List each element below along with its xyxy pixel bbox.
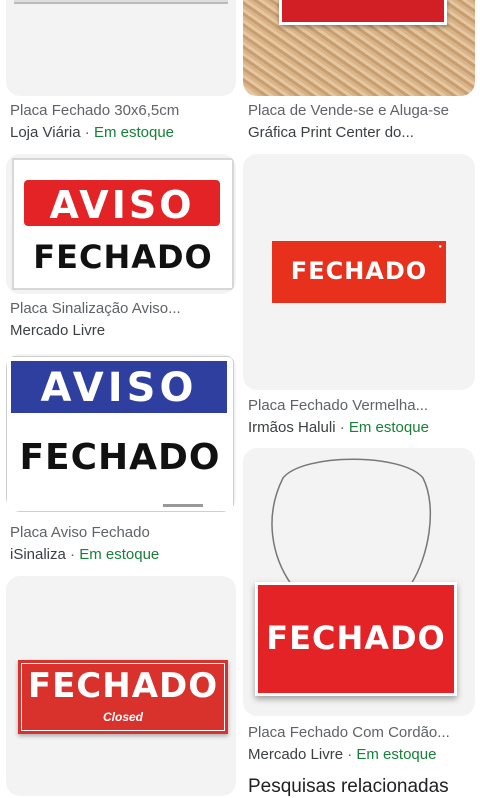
- separator: ·: [347, 746, 353, 763]
- result-source: Loja Viária: [10, 124, 81, 141]
- stock-status: Em estoque: [93, 124, 174, 141]
- result-meta: Irmãos Haluli · Em estoque: [248, 419, 476, 436]
- stock-status: Em estoque: [348, 419, 429, 436]
- sign-blue-band: AVISO: [11, 361, 227, 413]
- result-meta: Gráfica Print Center do...: [248, 124, 476, 141]
- result-source: Gráfica Print Center do...: [248, 124, 414, 141]
- sign-board: FECHADO Closed: [18, 660, 228, 734]
- sign-text: FECHADO: [27, 666, 219, 706]
- result-source: Mercado Livre: [248, 746, 344, 763]
- product-image[interactable]: AVISO FECHADO: [6, 354, 236, 512]
- result-source: iSinaliza: [10, 546, 66, 563]
- result-title[interactable]: Placa Fechado Vermelha...: [248, 397, 476, 414]
- related-searches-heading: Pesquisas relacionadas: [248, 776, 449, 797]
- sign-text-top: AVISO: [49, 183, 195, 227]
- product-image[interactable]: ● FECHADO: [243, 154, 475, 390]
- result-meta: iSinaliza · Em estoque: [10, 546, 236, 563]
- sign-board: AVISO FECHADO: [6, 356, 234, 512]
- result-title[interactable]: Placa Fechado 30x6,5cm: [10, 102, 236, 119]
- separator: ·: [339, 419, 345, 436]
- sign-fine-print: [163, 504, 203, 507]
- red-sign-edge: [279, 0, 447, 25]
- result-meta: Mercado Livre · Em estoque: [248, 746, 476, 763]
- result-title[interactable]: Placa Fechado Com Cordão...: [248, 724, 476, 741]
- stock-status: Em estoque: [356, 746, 437, 763]
- result-title[interactable]: Placa Aviso Fechado: [10, 524, 236, 541]
- sign-text-bottom: FECHADO: [33, 238, 213, 276]
- result-source: Mercado Livre: [10, 322, 106, 339]
- product-image[interactable]: FECHADO Closed: [6, 576, 236, 796]
- sign-text: FECHADO: [290, 257, 428, 285]
- sign-text: FECHADO: [266, 619, 446, 657]
- sign-red-band: AVISO: [24, 180, 220, 227]
- sign-subtext: Closed: [102, 710, 143, 724]
- sign-board: FECHADO: [255, 582, 457, 696]
- product-image[interactable]: FECHADO: [243, 448, 475, 716]
- sign-board: ● FECHADO: [272, 241, 446, 303]
- separator: ·: [84, 124, 90, 141]
- sign-text-bottom: FECHADO: [19, 437, 221, 478]
- sign-text-top: AVISO: [40, 365, 198, 411]
- result-title[interactable]: Placa Sinalização Aviso...: [10, 300, 236, 317]
- result-source: Irmãos Haluli: [248, 419, 336, 436]
- sign-image-edge: [14, 0, 228, 4]
- result-title[interactable]: Placa de Vende-se e Aluga-se: [248, 102, 476, 119]
- separator: ·: [70, 546, 76, 563]
- result-meta: Mercado Livre: [10, 322, 236, 339]
- product-image[interactable]: [243, 0, 475, 96]
- stock-status: Em estoque: [79, 546, 160, 563]
- brand-logo: ●: [438, 244, 442, 250]
- product-image[interactable]: AVISO FECHADO: [6, 154, 236, 294]
- product-image[interactable]: [6, 0, 236, 96]
- result-meta: Loja Viária · Em estoque: [10, 124, 236, 141]
- sign-board: AVISO FECHADO: [12, 158, 234, 290]
